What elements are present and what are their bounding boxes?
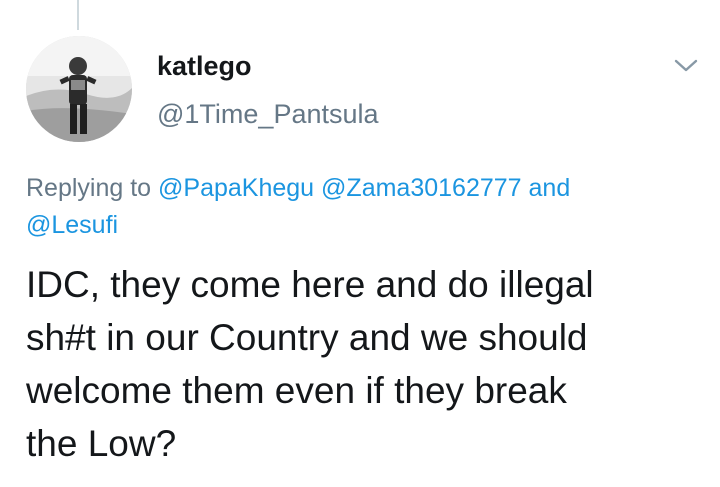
tweet-text: IDC, they come here and do illegal sh#t … <box>26 258 716 470</box>
tweet-text-line: welcome them even if they break <box>26 370 567 411</box>
replying-to: Replying to @PapaKhegu @Zama30162777 and… <box>26 170 696 244</box>
mention-conjunction: and <box>528 174 571 202</box>
tweet-text-line: the Low? <box>26 423 177 464</box>
mention-link[interactable]: @PapaKhegu <box>158 174 314 202</box>
author-handle[interactable]: @1Time_Pantsula <box>157 99 379 130</box>
tweet-text-line: IDC, they come here and do illegal <box>26 264 594 305</box>
chevron-down-icon <box>674 59 698 72</box>
thread-connector-line <box>77 0 79 30</box>
mention-link[interactable]: @Zama30162777 <box>321 174 522 202</box>
tweet-text-line: sh#t in our Country and we should <box>26 317 588 358</box>
more-options-button[interactable] <box>672 56 700 76</box>
avatar-photo <box>26 36 132 142</box>
author-display-name[interactable]: katlego <box>157 51 252 82</box>
mention-link[interactable]: @Lesufi <box>26 211 118 239</box>
replying-to-label: Replying to <box>26 174 152 202</box>
avatar[interactable] <box>26 36 132 142</box>
